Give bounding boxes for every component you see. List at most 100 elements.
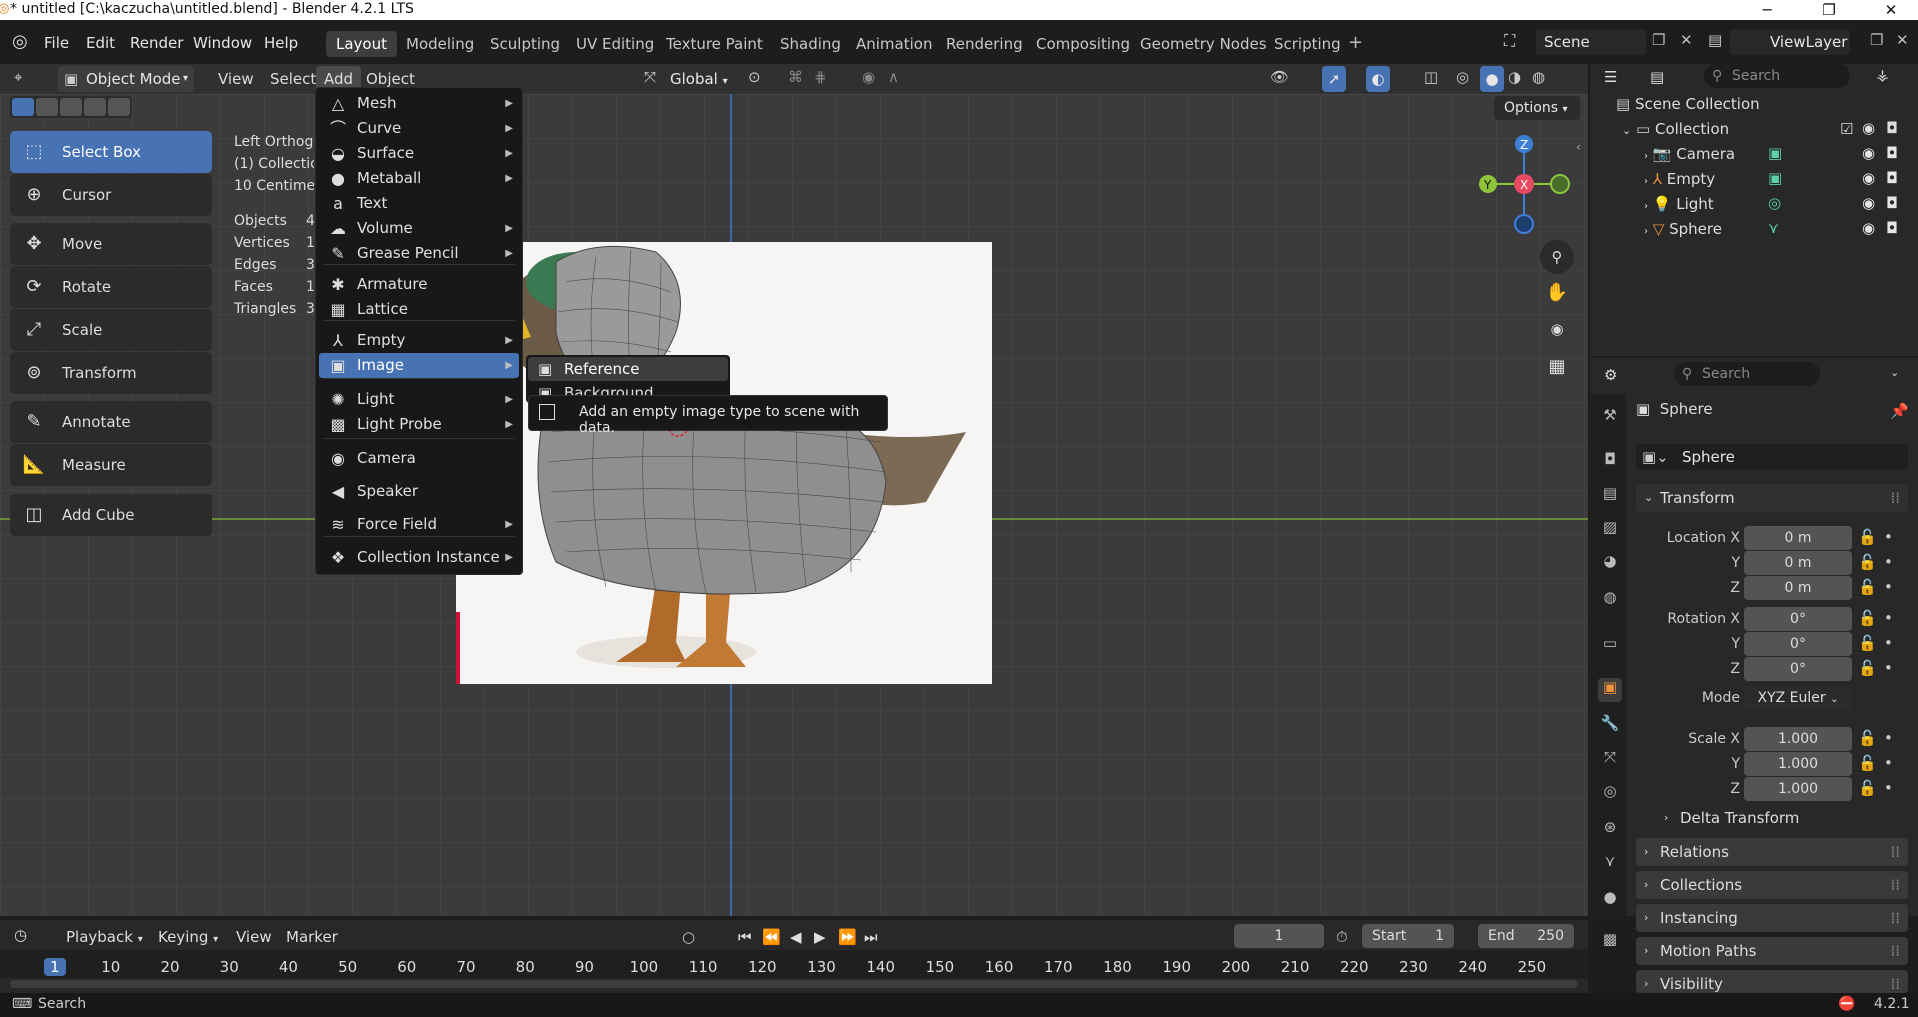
material-icon[interactable]: ●: [1598, 888, 1622, 912]
tool-move[interactable]: ✥ Move: [10, 223, 212, 265]
drag-handle-icon[interactable]: ⁞⁞: [1890, 871, 1900, 899]
lock-icon[interactable]: 🔓: [1858, 553, 1877, 571]
chevron-down-icon[interactable]: ⌄: [1890, 366, 1899, 379]
stopwatch-icon[interactable]: ⏱: [1336, 928, 1348, 946]
tool-add-cube[interactable]: ◫ Add Cube: [10, 494, 212, 536]
world-icon[interactable]: ◍: [1598, 588, 1622, 612]
timeline-editor-icon[interactable]: ◷: [14, 926, 27, 944]
outliner-editor-icon[interactable]: ☰: [1604, 68, 1617, 86]
add-menu-item-force-field[interactable]: ≋ Force Field ▶: [319, 512, 519, 537]
tab-uv-editing[interactable]: UV Editing: [566, 31, 664, 57]
zoom-icon[interactable]: ⚲: [1540, 240, 1574, 274]
tool-measure[interactable]: 📐 Measure: [10, 444, 212, 486]
add-menu-item-image[interactable]: ▣ Image ▶: [319, 353, 519, 378]
location-x-field[interactable]: 0 m: [1744, 526, 1852, 550]
object-icon[interactable]: ▣: [1598, 678, 1622, 702]
select-intersect-icon[interactable]: [108, 98, 130, 116]
add-menu-item-surface[interactable]: ◒ Surface ▶: [319, 141, 519, 166]
timeline-menu-keying[interactable]: Keying ▾: [150, 924, 226, 950]
eye-icon[interactable]: ◉: [1862, 219, 1875, 237]
render-camera-icon[interactable]: ◘: [1886, 219, 1898, 237]
tab-texture-paint[interactable]: Texture Paint: [656, 31, 773, 57]
render-camera-icon[interactable]: ◘: [1886, 169, 1898, 187]
menu-help[interactable]: Help: [258, 31, 304, 55]
keyframe-dot-icon[interactable]: •: [1884, 634, 1893, 652]
transform-section-header[interactable]: ⌄ Transform ⁞⁞: [1636, 484, 1908, 512]
eye-icon[interactable]: ◉: [1862, 119, 1875, 137]
add-menu-item-grease-pencil[interactable]: ✎ Grease Pencil ▶: [319, 241, 519, 266]
rotation-mode-dropdown[interactable]: XYZ Euler ⌄: [1744, 686, 1852, 710]
keyframe-dot-icon[interactable]: •: [1884, 659, 1893, 677]
section-delta-transform[interactable]: › Delta Transform: [1656, 804, 1908, 832]
timeline-scrollbar[interactable]: [10, 980, 1578, 988]
prev-keyframe-icon[interactable]: ⏪: [762, 928, 781, 946]
end-frame-field[interactable]: End 250: [1478, 924, 1574, 948]
add-menu-item-speaker[interactable]: ◀ Speaker: [319, 479, 519, 504]
location-y-field[interactable]: 0 m: [1744, 551, 1852, 575]
pivot-icon[interactable]: ⊙: [748, 68, 761, 86]
play-reverse-icon[interactable]: ◀: [790, 928, 802, 946]
section-instancing[interactable]: › Instancing ⁞⁞: [1636, 904, 1908, 932]
section-collections[interactable]: › Collections ⁞⁞: [1636, 871, 1908, 899]
add-menu-item-lattice[interactable]: ▦ Lattice: [319, 297, 519, 322]
keyframe-dot-icon[interactable]: •: [1884, 553, 1893, 571]
tab-shading[interactable]: Shading: [770, 31, 851, 57]
tool-rotate[interactable]: ⟳ Rotate: [10, 266, 212, 308]
add-menu-item-armature[interactable]: ✱ Armature: [319, 272, 519, 297]
render-camera-icon[interactable]: ◘: [1886, 119, 1898, 137]
jump-end-icon[interactable]: ⏭: [864, 928, 878, 946]
rendered-shading-icon[interactable]: ◍: [1532, 68, 1545, 86]
solid-shading-icon[interactable]: ●: [1480, 66, 1504, 92]
outliner-search-input[interactable]: ⚲ Search: [1704, 64, 1850, 88]
lock-icon[interactable]: 🔓: [1858, 659, 1877, 677]
eye-icon[interactable]: ◉: [1862, 169, 1875, 187]
proportional-edit-icon[interactable]: ◉: [862, 68, 875, 86]
keyframe-dot-icon[interactable]: •: [1884, 528, 1893, 546]
section-motion-paths[interactable]: › Motion Paths ⁞⁞: [1636, 937, 1908, 965]
orientation-dropdown[interactable]: Global ▾: [664, 66, 734, 92]
camera-data-icon[interactable]: ▣: [1768, 144, 1782, 162]
output-icon[interactable]: ▤: [1598, 484, 1622, 508]
submenu-item-reference[interactable]: ▣ Reference: [528, 357, 728, 381]
tab-rendering[interactable]: Rendering: [936, 31, 1033, 57]
properties-search-input[interactable]: ⚲ Search: [1674, 362, 1820, 386]
select-invert-icon[interactable]: [84, 98, 106, 116]
add-menu-item-text[interactable]: a Text: [319, 191, 519, 216]
keyframe-dot-icon[interactable]: •: [1884, 578, 1893, 596]
scale-y-field[interactable]: 1.000: [1744, 752, 1852, 776]
filter-icon[interactable]: ⚶: [1876, 66, 1889, 84]
editor-type-icon[interactable]: ⌖: [14, 68, 22, 86]
tab-layout[interactable]: Layout: [326, 31, 397, 57]
tab-sculpting[interactable]: Sculpting: [480, 31, 570, 57]
auto-keying-icon[interactable]: ○: [682, 928, 695, 946]
next-keyframe-icon[interactable]: ⏩: [838, 928, 857, 946]
wireframe-shading-icon[interactable]: ◎: [1456, 68, 1469, 86]
drag-handle-icon[interactable]: ⁞⁞: [1890, 904, 1900, 932]
pin-icon[interactable]: 📌: [1890, 402, 1909, 420]
outliner-item-empty[interactable]: › ⅄ Empty: [1644, 167, 1715, 192]
outliner-scene-collection[interactable]: ▤ Scene Collection: [1616, 92, 1760, 117]
keyframe-dot-icon[interactable]: •: [1884, 754, 1893, 772]
select-subtract-icon[interactable]: [60, 98, 82, 116]
drag-handle-icon[interactable]: ⁞⁞: [1890, 970, 1900, 993]
lock-icon[interactable]: 🔓: [1858, 578, 1877, 596]
tab-scripting[interactable]: Scripting: [1264, 31, 1351, 57]
viewlayer-field[interactable]: ViewLayer: [1730, 29, 1850, 55]
add-menu-item-metaball[interactable]: ● Metaball ▶: [319, 166, 519, 191]
menu-file[interactable]: File: [38, 31, 75, 55]
tool-settings-icon[interactable]: ⚒: [1598, 406, 1622, 430]
xray-icon[interactable]: ◫: [1424, 68, 1438, 86]
rotation-y-field[interactable]: 0°: [1744, 632, 1852, 656]
properties-editor-icon[interactable]: ⚙: [1604, 366, 1617, 384]
menu-edit[interactable]: Edit: [80, 31, 121, 55]
lock-icon[interactable]: 🔓: [1858, 634, 1877, 652]
scene-icon[interactable]: ◕: [1598, 552, 1622, 576]
select-extend-icon[interactable]: [36, 98, 58, 116]
tool-cursor[interactable]: ⊕ Cursor: [10, 174, 212, 216]
maximize-button[interactable]: ❐: [1806, 0, 1852, 20]
options-dropdown[interactable]: Options ▾: [1494, 96, 1580, 120]
lock-icon[interactable]: 🔓: [1858, 528, 1877, 546]
eye-icon[interactable]: ◉: [1862, 144, 1875, 162]
add-menu-item-curve[interactable]: ⌒ Curve ▶: [319, 116, 519, 141]
outliner-collection[interactable]: ⌄ ▭ Collection: [1622, 117, 1729, 142]
